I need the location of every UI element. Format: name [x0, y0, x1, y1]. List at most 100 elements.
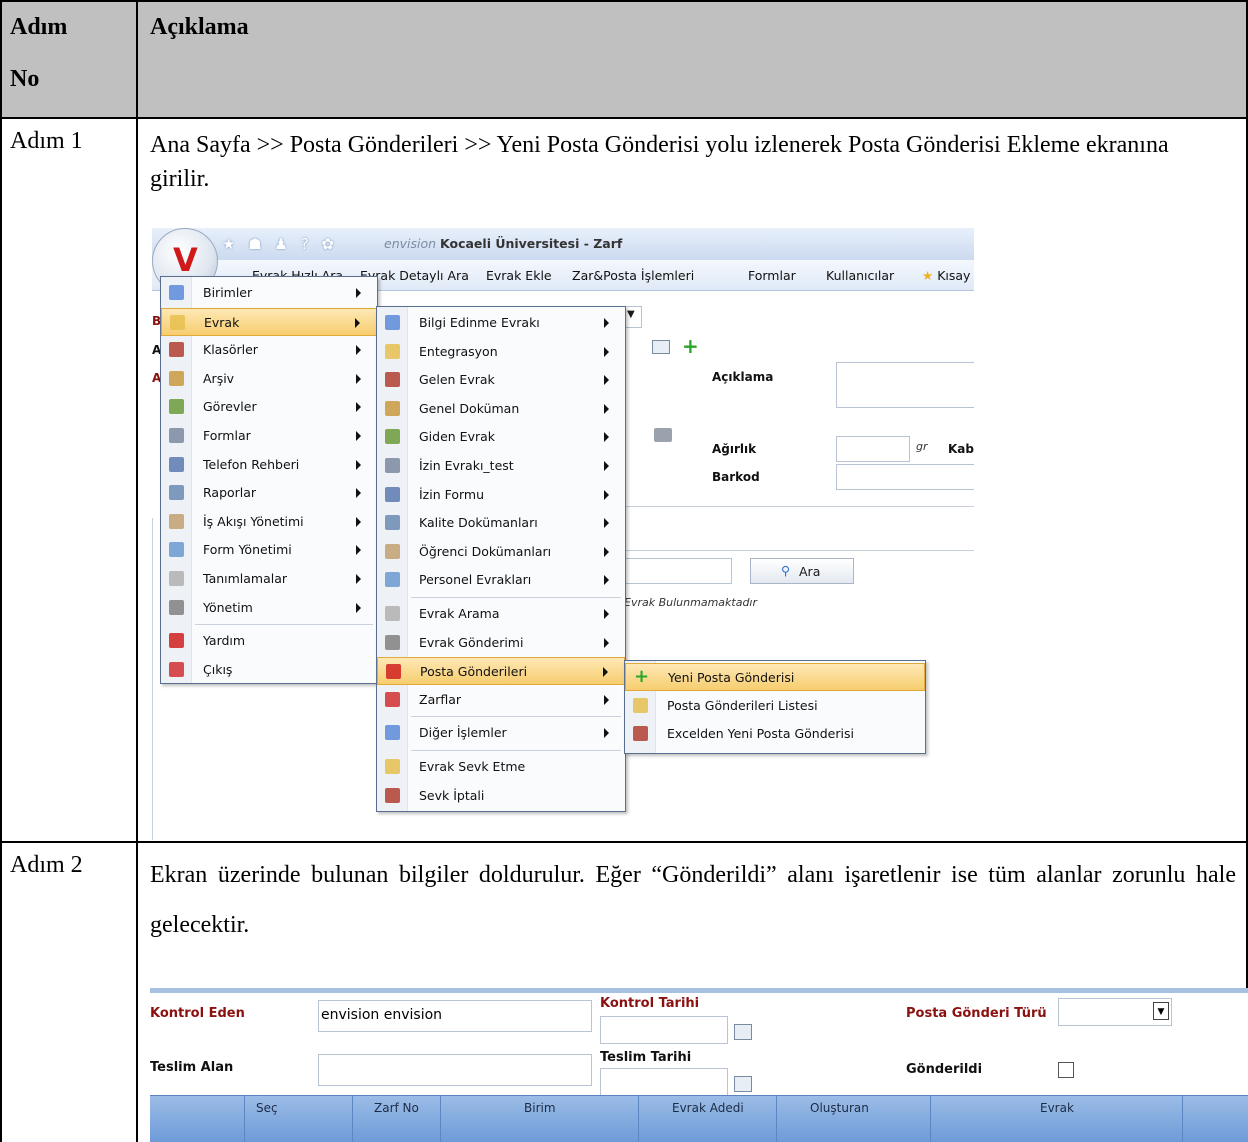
nav-kullanicilar[interactable]: Kullanıcılar: [826, 268, 894, 283]
evrak-item[interactable]: İzin Formu: [377, 481, 625, 509]
evrak-item[interactable]: Öğrenci Dokümanları: [377, 538, 625, 566]
ara-label: Ara: [799, 564, 821, 579]
kab-label: Kab: [948, 442, 974, 456]
evrak-item[interactable]: İzin Evrakı_test: [377, 452, 625, 480]
evrak-submenu: Bilgi Edinme Evrakı Entegrasyon Gelen Evra…: [376, 306, 626, 812]
evrak-item[interactable]: Entegrasyon: [377, 338, 625, 366]
posta-turu-select[interactable]: ▼: [1058, 998, 1172, 1026]
search-input[interactable]: [622, 558, 732, 584]
document-icon: [170, 314, 185, 330]
nav-evrak-ekle[interactable]: Evrak Ekle: [486, 268, 552, 283]
evrak-item[interactable]: Genel Doküman: [377, 395, 625, 423]
posta-item[interactable]: Posta Gönderileri Listesi: [625, 692, 925, 720]
main-item[interactable]: Yardım: [161, 627, 377, 655]
evrak-item-icon: [385, 372, 400, 388]
main-item[interactable]: Form Yönetimi: [161, 536, 377, 564]
evrak-item[interactable]: Sevk İptali: [377, 782, 625, 810]
chevron-right-icon: [356, 488, 361, 499]
col-zarf-no[interactable]: Zarf No: [374, 1101, 419, 1115]
teslim-alan-input[interactable]: [318, 1054, 592, 1086]
evrak-item[interactable]: Gelen Evrak: [377, 366, 625, 394]
main-item[interactable]: Görevler: [161, 393, 377, 421]
evrak-item-icon: [385, 634, 400, 650]
calendar-icon[interactable]: [734, 1024, 752, 1040]
calendar-icon[interactable]: [734, 1076, 752, 1092]
chevron-right-icon: [356, 288, 361, 298]
chevron-right-icon: [356, 459, 361, 470]
main-item[interactable]: İş Akışı Yönetimi: [161, 508, 377, 536]
gonderildi-checkbox[interactable]: [1058, 1062, 1074, 1078]
barkod-input[interactable]: [836, 464, 974, 490]
teslim-tarihi-label: Teslim Tarihi: [600, 1050, 692, 1065]
teslim-alan-label: Teslim Alan: [150, 1060, 234, 1075]
grid-col-sep: [776, 1095, 777, 1142]
main-item-label: Yönetim: [203, 599, 253, 615]
col-birim[interactable]: Birim: [524, 1101, 556, 1115]
kontrol-eden-value: envision envision: [321, 1007, 443, 1023]
chevron-right-icon: [604, 461, 609, 471]
nav-formlar[interactable]: Formlar: [748, 268, 796, 283]
nav-kisayol[interactable]: ★ Kısay: [922, 268, 970, 283]
chevron-right-icon: [604, 375, 609, 386]
quick-access-icons[interactable]: ★ ☗ ♟ ? ✿: [222, 235, 338, 253]
ara-button[interactable]: ⚲ Ara: [750, 558, 854, 584]
chevron-right-icon: [604, 609, 609, 619]
left-panel-border: [152, 518, 153, 840]
main-item[interactable]: Evrak: [161, 307, 377, 336]
aciklama-input[interactable]: [836, 362, 974, 408]
posta-item-label: Excelden Yeni Posta Gönderisi: [667, 726, 854, 742]
main-item[interactable]: Tanımlamalar: [161, 565, 377, 593]
chevron-right-icon: [356, 373, 361, 384]
table-border-top: [0, 0, 1248, 2]
teslim-tarihi-input[interactable]: [600, 1068, 728, 1096]
col-olusturan[interactable]: Oluşturan: [810, 1101, 869, 1115]
posta-item-icon: [633, 726, 648, 742]
evrak-item[interactable]: Evrak Sevk Etme: [377, 753, 625, 781]
main-item-label: Telefon Rehberi: [203, 456, 300, 472]
chevron-right-icon: [604, 489, 609, 500]
main-item-label: Birimler: [203, 285, 253, 300]
archive-icon: [169, 370, 184, 386]
evrak-item-label: İzin Formu: [419, 486, 485, 502]
col-evrak-adedi[interactable]: Evrak Adedi: [672, 1101, 744, 1115]
chevron-right-icon: [603, 667, 608, 678]
add-icon[interactable]: +: [682, 334, 699, 358]
main-item[interactable]: Çıkış: [161, 656, 377, 684]
grid-col-sep: [1182, 1095, 1183, 1142]
main-item[interactable]: Formlar: [161, 422, 377, 450]
nav-zarf-posta[interactable]: Zar&Posta İşlemleri: [572, 268, 694, 283]
posta-submenu: + Yeni Posta Gönderisi Posta Gönderileri L…: [624, 660, 926, 754]
main-item[interactable]: Arşiv: [161, 365, 377, 393]
kontrol-eden-input[interactable]: envision envision: [318, 1000, 592, 1032]
evrak-item[interactable]: Zarflar: [377, 686, 625, 714]
main-item[interactable]: Yönetim: [161, 594, 377, 622]
agirlik-input[interactable]: [836, 436, 910, 462]
main-item-label: Formlar: [203, 428, 251, 443]
col-sec[interactable]: Seç: [256, 1101, 278, 1115]
evrak-item[interactable]: Bilgi Edinme Evrakı: [377, 309, 625, 337]
evrak-item[interactable]: Posta Gönderileri: [377, 657, 625, 686]
main-item-label: Arşiv: [203, 370, 235, 386]
kontrol-tarihi-label: Kontrol Tarihi: [600, 996, 700, 1011]
table-icon[interactable]: [652, 340, 670, 354]
evrak-item[interactable]: Giden Evrak: [377, 423, 625, 451]
grid-col-sep: [638, 1095, 639, 1142]
evrak-item-label: Evrak Arama: [419, 606, 500, 621]
evrak-item[interactable]: Diğer İşlemler: [377, 719, 625, 747]
posta-item[interactable]: + Yeni Posta Gönderisi: [625, 663, 925, 691]
posta-item[interactable]: Excelden Yeni Posta Gönderisi: [625, 720, 925, 748]
evrak-item[interactable]: Personel Evrakları: [377, 566, 625, 594]
chevron-right-icon: [604, 728, 609, 739]
power-icon: [169, 661, 184, 677]
chevron-right-icon: [604, 546, 609, 557]
col-evrak[interactable]: Evrak: [1040, 1101, 1074, 1115]
main-item[interactable]: Raporlar: [161, 479, 377, 507]
main-item[interactable]: Telefon Rehberi: [161, 451, 377, 479]
evrak-item[interactable]: Evrak Gönderimi: [377, 629, 625, 657]
evrak-item[interactable]: Evrak Arama: [377, 600, 625, 628]
evrak-item[interactable]: Kalite Dokümanları: [377, 509, 625, 537]
kontrol-tarihi-input[interactable]: [600, 1016, 728, 1044]
main-item[interactable]: Birimler: [161, 279, 377, 307]
main-item[interactable]: Klasörler: [161, 336, 377, 364]
printer-icon[interactable]: [654, 428, 672, 442]
